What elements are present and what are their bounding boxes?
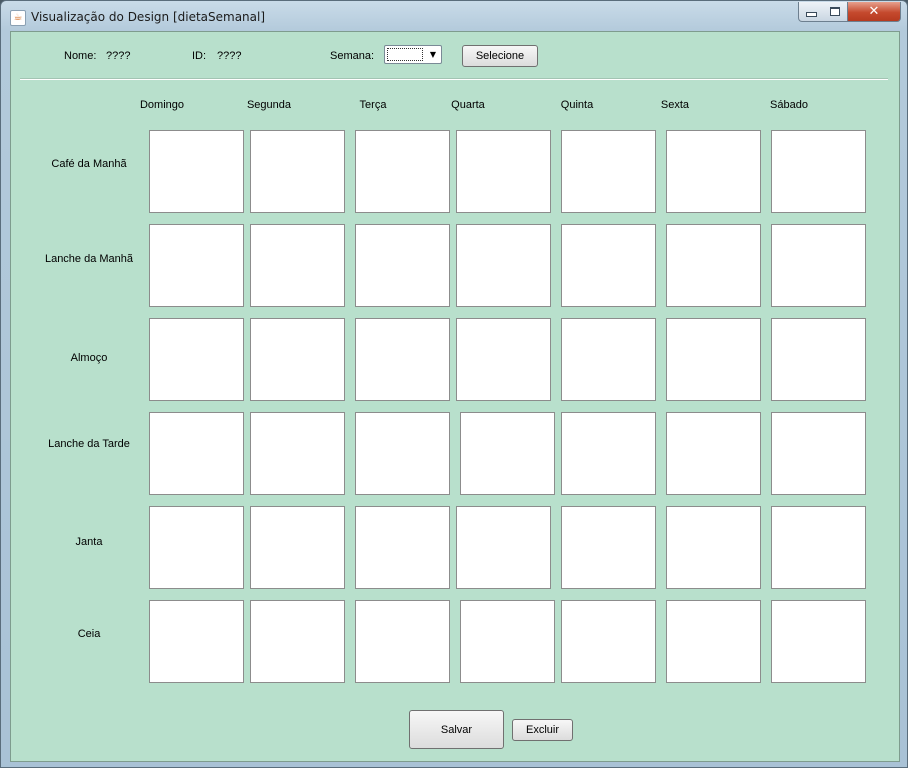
day-header: Quinta — [560, 99, 594, 111]
close-button[interactable]: ✕ — [848, 2, 901, 22]
meal-cell[interactable] — [666, 224, 761, 307]
meal-cell[interactable] — [561, 318, 656, 401]
semana-label: Semana: — [330, 50, 375, 62]
meal-cell[interactable] — [666, 600, 761, 683]
close-icon: ✕ — [868, 4, 880, 19]
meal-cell[interactable] — [355, 412, 450, 495]
meal-cell[interactable] — [771, 318, 866, 401]
semana-selected-value — [387, 48, 423, 61]
meal-cell[interactable] — [250, 412, 345, 495]
dropdown-arrow-icon[interactable]: ▼ — [426, 48, 440, 62]
meal-label: Ceia — [77, 628, 101, 640]
meal-cell[interactable] — [771, 130, 866, 213]
meal-label: Lanche da Tarde — [48, 438, 130, 450]
maximize-button[interactable] — [823, 2, 848, 22]
meal-cell[interactable] — [149, 600, 244, 683]
meal-cell[interactable] — [355, 318, 450, 401]
excluir-button[interactable]: Excluir — [512, 719, 573, 741]
meal-label: Almoço — [70, 352, 108, 364]
day-header: Sábado — [770, 99, 808, 111]
meal-cell[interactable] — [149, 412, 244, 495]
meal-cell[interactable] — [561, 130, 656, 213]
meal-cell[interactable] — [250, 600, 345, 683]
header-separator — [20, 78, 888, 80]
meal-cell[interactable] — [149, 506, 244, 589]
meal-cell[interactable] — [250, 506, 345, 589]
diet-panel: Nome: ???? ID: ???? Semana: ▼ Selecione … — [10, 31, 900, 762]
title-bar[interactable]: ☕ Visualização do Design [dietaSemanal] … — [1, 1, 907, 31]
meal-cell[interactable] — [561, 224, 656, 307]
meal-cell[interactable] — [456, 506, 551, 589]
java-cup-icon[interactable]: ☕ — [10, 10, 26, 26]
nome-label: Nome: — [64, 50, 97, 62]
meal-label: Janta — [75, 536, 103, 548]
meal-cell[interactable] — [666, 318, 761, 401]
meal-cell[interactable] — [771, 224, 866, 307]
meal-cell[interactable] — [771, 506, 866, 589]
id-value: ???? — [217, 50, 242, 62]
meal-cell[interactable] — [460, 600, 555, 683]
semana-select[interactable]: ▼ — [384, 45, 442, 64]
maximize-icon — [830, 7, 840, 16]
meal-cell[interactable] — [666, 412, 761, 495]
meal-cell[interactable] — [355, 600, 450, 683]
nome-value: ???? — [106, 50, 131, 62]
meal-cell[interactable] — [149, 224, 244, 307]
meal-cell[interactable] — [561, 412, 656, 495]
meal-cell[interactable] — [149, 318, 244, 401]
meal-cell[interactable] — [456, 318, 551, 401]
app-window: ☕ Visualização do Design [dietaSemanal] … — [0, 0, 908, 768]
meal-cell[interactable] — [250, 130, 345, 213]
minimize-icon — [805, 12, 817, 17]
meal-cell[interactable] — [456, 130, 551, 213]
selecione-button[interactable]: Selecione — [462, 45, 538, 67]
meal-cell[interactable] — [771, 412, 866, 495]
meal-cell[interactable] — [771, 600, 866, 683]
salvar-button[interactable]: Salvar — [409, 710, 504, 749]
day-header: Terça — [359, 99, 387, 111]
meal-cell[interactable] — [355, 506, 450, 589]
meal-cell[interactable] — [666, 130, 761, 213]
meal-cell[interactable] — [561, 600, 656, 683]
meal-cell[interactable] — [456, 224, 551, 307]
day-header: Segunda — [246, 99, 292, 111]
id-label: ID: — [192, 50, 207, 62]
meal-cell[interactable] — [149, 130, 244, 213]
meal-cell[interactable] — [460, 412, 555, 495]
day-header: Quarta — [451, 99, 485, 111]
meal-cell[interactable] — [666, 506, 761, 589]
meal-label: Café da Manhã — [51, 158, 127, 170]
day-header: Domingo — [139, 99, 185, 111]
meal-cell[interactable] — [355, 130, 450, 213]
window-title: Visualização do Design [dietaSemanal] — [31, 10, 266, 24]
meal-cell[interactable] — [250, 224, 345, 307]
meal-cell[interactable] — [250, 318, 345, 401]
meal-cell[interactable] — [355, 224, 450, 307]
day-header: Sexta — [660, 99, 690, 111]
minimize-button[interactable] — [798, 2, 824, 22]
meal-label: Lanche da Manhã — [44, 253, 134, 265]
meal-cell[interactable] — [561, 506, 656, 589]
